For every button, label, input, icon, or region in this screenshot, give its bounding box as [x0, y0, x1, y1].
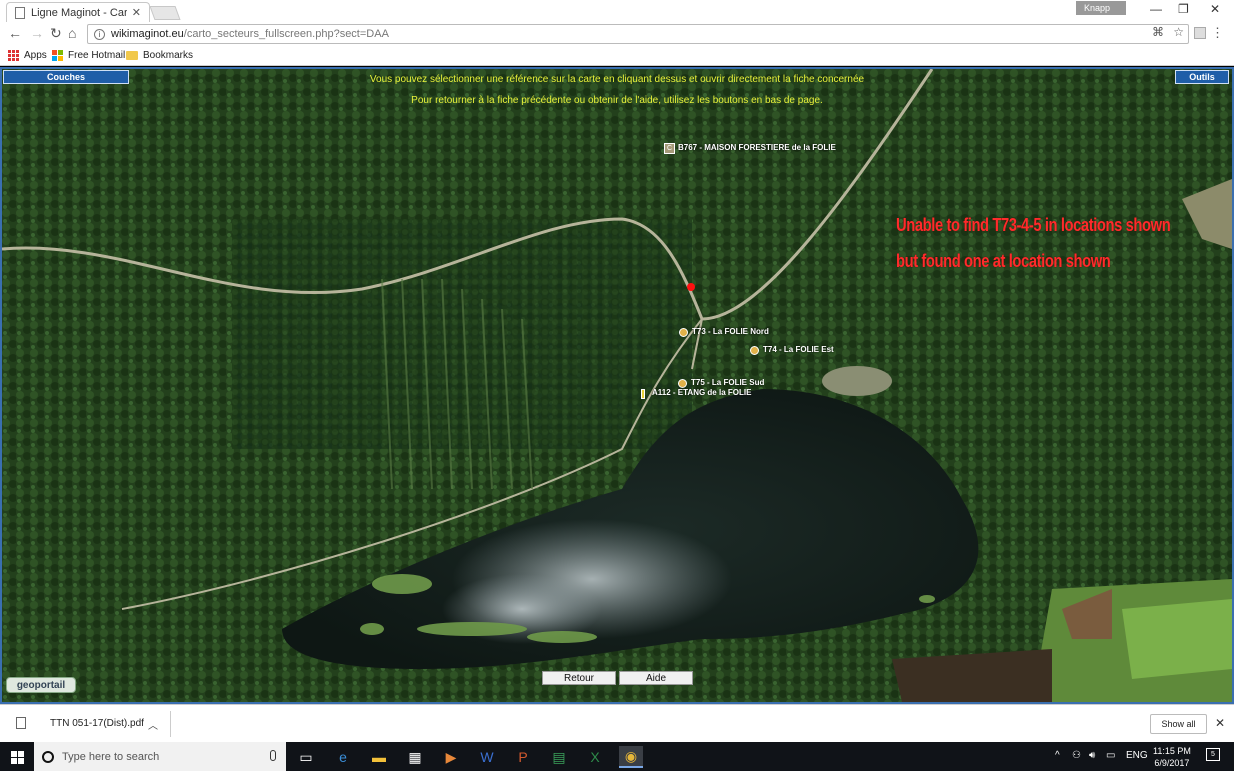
chevron-up-tray-icon[interactable]: ^ [1055, 750, 1060, 761]
bookmark-label: Apps [24, 50, 47, 61]
t75-marker-icon[interactable] [678, 379, 687, 388]
profile-name: Knapp [1084, 3, 1111, 13]
close-download-bar-icon[interactable]: ✕ [1215, 716, 1225, 730]
reload-icon[interactable]: ↻ [50, 25, 62, 42]
network-icon[interactable]: ▭ [1106, 750, 1115, 761]
word-icon[interactable]: W [475, 746, 499, 768]
aide-button[interactable]: Aide [619, 671, 693, 685]
show-all-button[interactable]: Show all [1150, 714, 1207, 734]
extension-icon[interactable] [1194, 27, 1206, 39]
forward-icon[interactable]: → [30, 25, 44, 41]
close-window-icon[interactable]: ✕ [1210, 2, 1220, 16]
retour-button[interactable]: Retour [542, 671, 616, 685]
tab-title: Ligne Maginot - Cartogr [31, 6, 127, 19]
home-icon[interactable]: ⌂ [68, 25, 76, 41]
excel-icon[interactable]: X [583, 746, 607, 768]
notification-icon[interactable]: 5 [1206, 748, 1220, 761]
chrome-icon[interactable]: ◉ [619, 746, 643, 768]
people-icon[interactable]: ⚇ [1072, 750, 1081, 761]
bookmark-apps[interactable]: Apps [8, 50, 47, 61]
search-placeholder: Type here to search [62, 750, 160, 763]
powerpoint-icon[interactable]: P [511, 746, 535, 768]
publisher-icon[interactable]: ▤ [547, 746, 571, 768]
restore-icon[interactable]: ❐ [1178, 2, 1189, 16]
bookmark-folder[interactable]: Bookmarks [126, 50, 193, 61]
satellite-imagery [2, 69, 1232, 702]
url-path: /carto_secteurs_fullscreen.php?sect=DAA [183, 28, 389, 40]
url-domain: wikimaginot.eu [111, 28, 184, 40]
microphone-icon[interactable] [270, 750, 276, 761]
minimize-icon[interactable]: — [1150, 2, 1162, 16]
windows-taskbar: Type here to search ▭ e ▬ ▦ ▶ W P ▤ X ◉ … [0, 742, 1234, 771]
annotation-line1: Unable to find T73-4-5 in locations show… [896, 215, 1171, 235]
clock-date: 6/9/2017 [1154, 758, 1190, 768]
divider [170, 711, 171, 737]
address-bar[interactable]: i wikimaginot.eu /carto_secteurs_fullscr… [87, 24, 1189, 44]
a112-label[interactable]: A112 - ETANG de la FOLIE [652, 388, 751, 397]
a112-marker-icon[interactable] [641, 389, 645, 399]
b767-marker-icon[interactable]: C [664, 143, 675, 154]
t74-marker-icon[interactable] [750, 346, 759, 355]
clock-time: 11:15 PM [1153, 746, 1191, 756]
volume-icon[interactable]: 🔊︎ [1089, 750, 1095, 761]
annotation-line2: but found one at location shown [896, 251, 1111, 271]
download-filename: TTN 051-17(Dist).pdf [50, 717, 144, 729]
download-bar: TTN 051-17(Dist).pdf ︿ Show all ✕ [0, 704, 1234, 742]
b767-label[interactable]: B767 - MAISON FORESTIERE de la FOLIE [678, 143, 836, 152]
t74-label[interactable]: T74 - La FOLIE Est [763, 345, 834, 354]
start-button-icon[interactable] [11, 751, 24, 764]
clock[interactable]: 11:15 PM 6/9/2017 [1153, 745, 1191, 769]
tab-close-icon[interactable]: ✕ [132, 6, 141, 19]
bookmarks-bar: Apps Free Hotmail Bookmarks [0, 46, 1234, 66]
pdf-file-icon [16, 717, 26, 729]
menu-icon[interactable]: ⋮ [1211, 25, 1224, 41]
back-icon[interactable]: ← [8, 25, 22, 41]
folder-icon [126, 51, 138, 60]
map-notice-line1: Vous pouvez sélectionner une référence s… [369, 74, 865, 85]
t73-marker-icon[interactable] [679, 328, 688, 337]
info-icon[interactable]: i [94, 28, 105, 40]
browser-tab[interactable]: Ligne Maginot - Cartogr ✕ [6, 2, 150, 22]
media-player-icon[interactable]: ▶ [439, 746, 463, 768]
bookmark-hotmail[interactable]: Free Hotmail [52, 50, 125, 61]
task-view-icon[interactable]: ▭ [294, 746, 318, 768]
bookmark-label: Free Hotmail [68, 50, 126, 61]
t73-label[interactable]: T73 - La FOLIE Nord [692, 327, 769, 336]
browser-toolbar: ← → ↻ ⌂ i wikimaginot.eu /carto_secteurs… [0, 22, 1234, 46]
map-notice-line2: Pour retourner à la fiche précédente ou … [411, 95, 823, 106]
microsoft-icon [52, 50, 63, 61]
cortana-icon [42, 750, 54, 763]
store-icon[interactable]: ▦ [403, 746, 427, 768]
t75-label[interactable]: T75 - La FOLIE Sud [691, 378, 764, 387]
geoportail-logo: geoportail [6, 677, 76, 693]
edge-icon[interactable]: e [331, 746, 355, 768]
translate-icon[interactable]: ⌘ [1152, 25, 1164, 39]
language-indicator[interactable]: ENG [1126, 750, 1148, 761]
download-item[interactable]: TTN 051-17(Dist).pdf [16, 717, 144, 729]
star-icon[interactable]: ☆ [1173, 25, 1184, 39]
page-icon [15, 6, 25, 19]
apps-icon [8, 50, 19, 61]
new-tab-button[interactable] [149, 6, 181, 20]
tab-strip: Ligne Maginot - Cartogr ✕ Knapp — ❐ ✕ [0, 0, 1234, 22]
red-location-marker [687, 283, 695, 291]
map-view[interactable]: Couches Outils Vous pouvez sélectionner … [0, 67, 1234, 704]
taskbar-search[interactable]: Type here to search [34, 742, 286, 771]
chevron-up-icon[interactable]: ︿ [148, 717, 158, 732]
file-explorer-icon[interactable]: ▬ [367, 746, 391, 768]
bookmark-label: Bookmarks [143, 50, 194, 61]
profile-button[interactable]: Knapp [1076, 1, 1126, 15]
